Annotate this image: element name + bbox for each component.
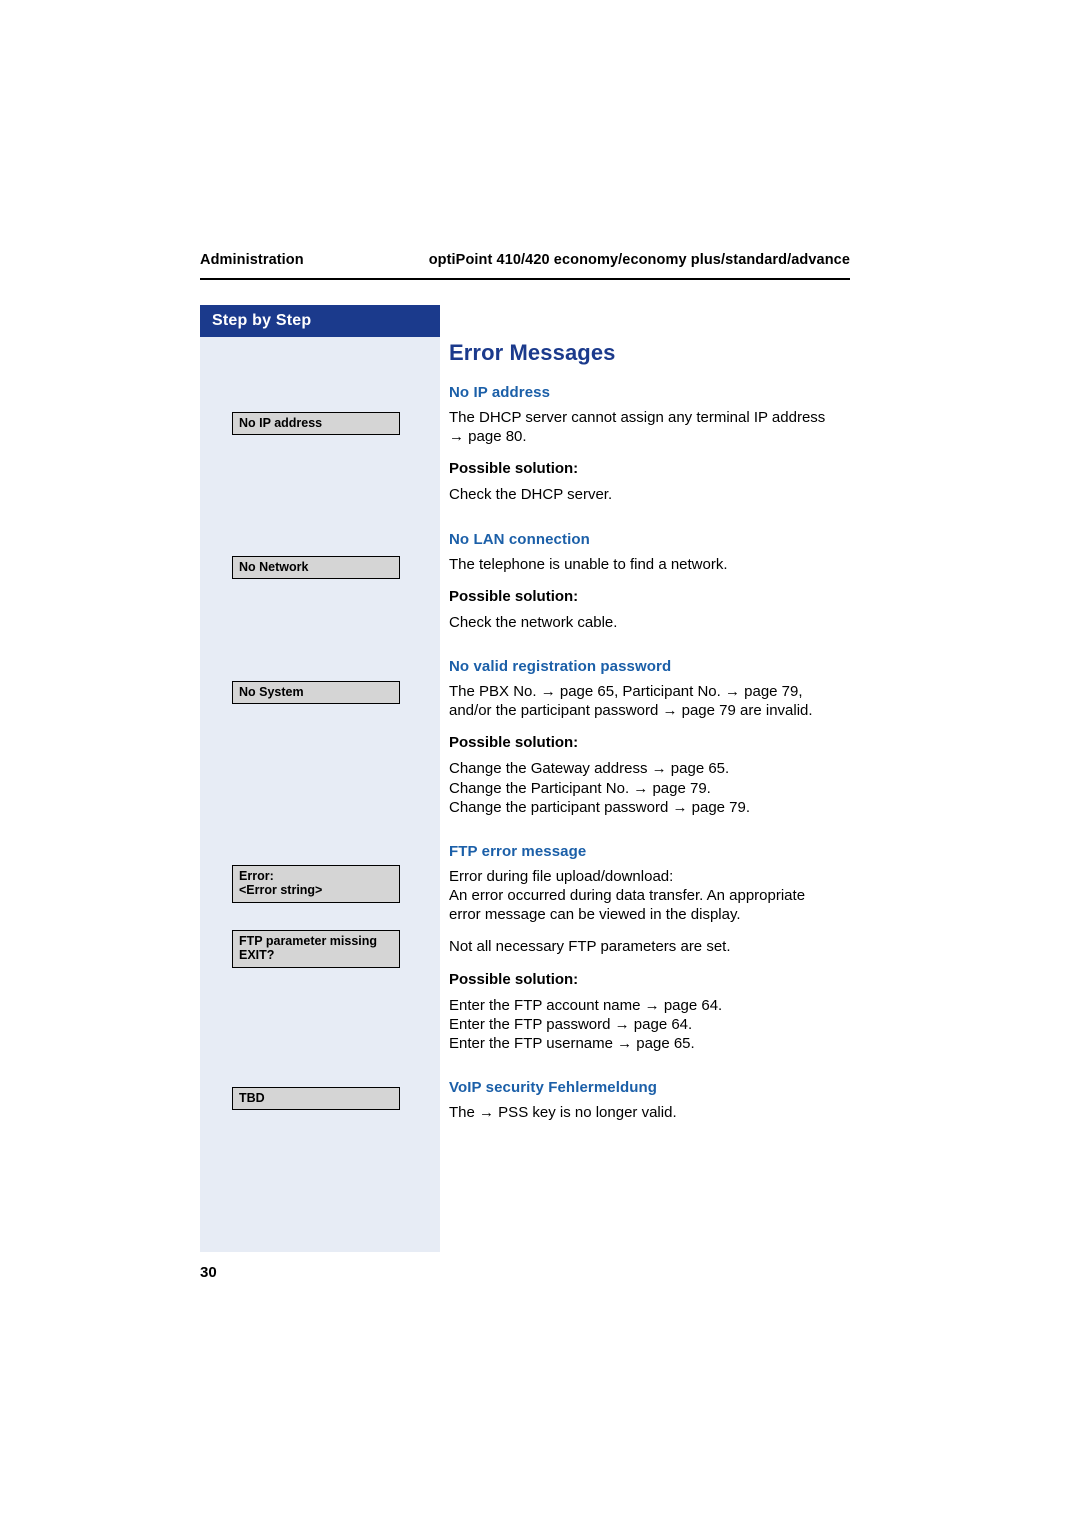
possible-solution-label: Possible solution: [449,734,579,752]
section-solution-text: Change the Participant No. → page 79. [449,779,711,797]
display-key-line: <Error string> [239,883,323,898]
section-solution-text: Check the network cable. [449,613,618,631]
section-heading-no-lan-connection: No LAN connection [449,530,590,548]
display-key-line: EXIT? [239,948,275,963]
section-text: error message can be viewed in the displ… [449,906,741,924]
section-text: → page 80. [449,428,527,446]
section-text: Not all necessary FTP parameters are set… [449,938,731,956]
section-text: The PBX No. → page 65, Participant No. →… [449,682,803,700]
step-by-step-label: Step by Step [212,312,312,329]
section-solution-text: Enter the FTP username → page 65. [449,1035,695,1052]
possible-solution-label: Possible solution: [449,587,579,605]
display-key-line: No IP address [239,416,323,430]
header-left-text: Administration [200,252,304,268]
section-text: The → PSS key is no longer valid. [449,1104,677,1122]
page-title: Error Messages [449,340,616,365]
display-key-line: TBD [239,1091,265,1105]
document-page: Administration optiPoint 410/420 economy… [0,0,1080,1528]
display-key-tbd: TBD [232,1087,400,1111]
display-key-line: No System [239,685,304,699]
section-text: The DHCP server cannot assign any termin… [449,409,826,426]
display-key-error-string: Error: <Error string> [232,865,400,903]
section-solution-text: Change the participant password → page 7… [449,798,751,816]
section-solution-text: Change the Gateway address → page 65. [449,760,730,778]
header-divider [200,278,850,280]
section-heading-voip-security: VoIP security Fehlermeldung [449,1079,658,1097]
section-heading-ftp-error-message: FTP error message [449,842,587,860]
section-solution-text: Enter the FTP account name → page 64. [449,996,723,1014]
section-text: and/or the participant password → page 7… [449,702,813,720]
sidebar-column [200,337,440,1252]
page-number: 30 [200,1264,217,1281]
display-key-no-network: No Network [232,556,400,580]
section-solution-text: Check the DHCP server. [449,486,613,504]
header-right-text: optiPoint 410/420 economy/economy plus/s… [428,252,850,268]
section-text: An error occurred during data transfer. … [449,887,806,905]
display-key-line: No Network [239,560,309,574]
section-heading-no-ip-address: No IP address [449,384,551,401]
display-key-ftp-parameter-missing: FTP parameter missing EXIT? [232,930,400,968]
possible-solution-label: Possible solution: [449,460,579,478]
step-by-step-banner: Step by Step [200,305,440,337]
section-heading-no-valid-registration-password: No valid registration password [449,657,672,675]
main-content: Error Messages No IP address The DHCP se… [449,340,859,1135]
possible-solution-label: Possible solution: [449,970,579,988]
display-key-line: FTP parameter missing [239,934,378,948]
display-key-no-system: No System [232,681,400,705]
section-solution-text: Enter the FTP password → page 64. [449,1015,693,1033]
page-header: Administration optiPoint 410/420 economy… [200,252,850,268]
section-text: The telephone is unable to find a networ… [449,555,728,573]
section-text: Error during file upload/download: [449,867,674,885]
display-key-no-ip-address: No IP address [232,412,400,436]
display-key-line: Error: [239,869,274,883]
